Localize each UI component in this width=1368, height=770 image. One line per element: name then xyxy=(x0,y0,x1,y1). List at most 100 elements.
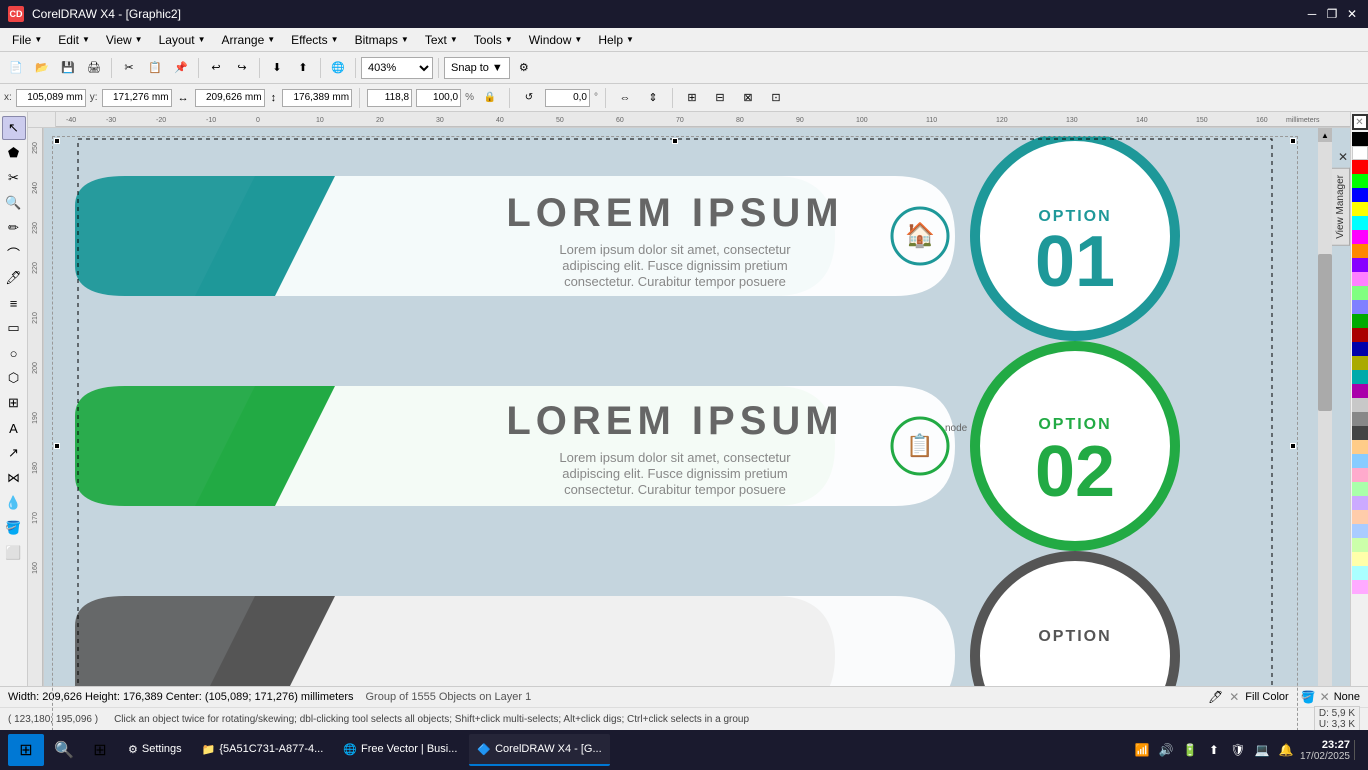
color-cyan[interactable] xyxy=(1352,216,1368,230)
new-button[interactable]: 📄 xyxy=(4,56,28,80)
cut-button[interactable]: ✂ xyxy=(117,56,141,80)
canvas-page[interactable]: LOREM IPSUM Lorem ipsum dolor sit amet, … xyxy=(52,136,1298,756)
angle-field[interactable] xyxy=(545,89,590,107)
taskbar-settings[interactable]: ⚙ Settings xyxy=(120,734,190,766)
color-lavender[interactable] xyxy=(1352,496,1368,510)
tray-shield[interactable]: 🛡 xyxy=(1228,740,1248,760)
select-tool[interactable]: ↖ xyxy=(2,116,26,140)
parallel-tool[interactable]: ≡ xyxy=(2,291,26,315)
paste-button[interactable]: 📌 xyxy=(169,56,193,80)
options-button[interactable]: ⚙ xyxy=(512,56,536,80)
color-lime[interactable] xyxy=(1352,174,1368,188)
color-darkred[interactable] xyxy=(1352,328,1368,342)
rotate-ccw-button[interactable]: ↺ xyxy=(517,86,541,110)
menu-view[interactable]: View ▼ xyxy=(98,31,151,49)
color-darkgreen[interactable] xyxy=(1352,314,1368,328)
taskbar-folder[interactable]: 📁 {5A51C731-A877-4... xyxy=(194,734,332,766)
no-fill-swatch[interactable]: ✕ xyxy=(1352,114,1368,130)
tray-update[interactable]: ⬆ xyxy=(1204,740,1224,760)
rect-tool[interactable]: ▭ xyxy=(2,316,26,340)
tray-more[interactable]: 🔔 xyxy=(1276,740,1296,760)
menu-arrange[interactable]: Arrange ▼ xyxy=(214,31,284,49)
color-gray[interactable] xyxy=(1352,412,1368,426)
color-yellow[interactable] xyxy=(1352,202,1368,216)
color-periwinkle[interactable] xyxy=(1352,300,1368,314)
publish-button[interactable]: 🌐 xyxy=(326,56,350,80)
crop-tool[interactable]: ✂ xyxy=(2,166,26,190)
color-peach[interactable] xyxy=(1352,440,1368,454)
color-red[interactable] xyxy=(1352,160,1368,174)
color-apricot[interactable] xyxy=(1352,510,1368,524)
color-magenta[interactable] xyxy=(1352,230,1368,244)
color-blue[interactable] xyxy=(1352,188,1368,202)
tray-apps[interactable]: 💻 xyxy=(1252,740,1272,760)
menu-effects[interactable]: Effects ▼ xyxy=(283,31,346,49)
menu-window[interactable]: Window ▼ xyxy=(521,31,591,49)
menu-layout[interactable]: Layout ▼ xyxy=(151,31,214,49)
zoom-select[interactable]: 403% 100% 75% 50% xyxy=(361,57,433,79)
freehand-tool[interactable]: ✏ xyxy=(2,216,26,240)
print-button[interactable]: 🖨 xyxy=(82,56,106,80)
color-orange[interactable] xyxy=(1352,244,1368,258)
view-manager-close[interactable]: ✕ xyxy=(1338,150,1348,164)
color-violet[interactable] xyxy=(1352,384,1368,398)
menu-bitmaps[interactable]: Bitmaps ▼ xyxy=(347,31,417,49)
color-darkgray[interactable] xyxy=(1352,426,1368,440)
table-tool[interactable]: ⊞ xyxy=(2,391,26,415)
export-button[interactable]: ⬆ xyxy=(291,56,315,80)
taskbar-search[interactable]: 🔍 xyxy=(48,734,80,766)
scale-w-field[interactable] xyxy=(367,89,412,107)
v-scrollbar[interactable]: ▲ ▼ xyxy=(1318,128,1332,756)
connector-tool[interactable]: ↗ xyxy=(2,441,26,465)
menu-help[interactable]: Help ▼ xyxy=(590,31,642,49)
show-desktop-btn[interactable] xyxy=(1354,740,1360,760)
color-cream[interactable] xyxy=(1352,552,1368,566)
start-button[interactable]: ⊞ xyxy=(8,734,44,766)
color-skyblue[interactable] xyxy=(1352,454,1368,468)
taskbar-coreldraw[interactable]: 🔷 CorelDRAW X4 - [G... xyxy=(469,734,609,766)
color-white[interactable] xyxy=(1352,146,1368,160)
blend-tool[interactable]: ⋈ xyxy=(2,466,26,490)
tray-volume[interactable]: 🔊 xyxy=(1156,740,1176,760)
color-ice[interactable] xyxy=(1352,566,1368,580)
mirror-h-button[interactable]: ⇔ xyxy=(613,86,637,110)
maximize-button[interactable]: ❐ xyxy=(1324,6,1340,22)
save-button[interactable]: 💾 xyxy=(56,56,80,80)
color-olive[interactable] xyxy=(1352,356,1368,370)
color-powder[interactable] xyxy=(1352,524,1368,538)
tray-battery[interactable]: 🔋 xyxy=(1180,740,1200,760)
snap-to-button[interactable]: Snap to ▼ xyxy=(444,57,510,79)
lock-aspect-button[interactable]: 🔒 xyxy=(478,86,502,110)
pen-tool[interactable]: 🖊 xyxy=(2,266,26,290)
close-button[interactable]: ✕ xyxy=(1344,6,1360,22)
eraser-tool[interactable]: ⬜ xyxy=(2,541,26,565)
group-button[interactable]: ⊠ xyxy=(736,86,760,110)
ellipse-tool[interactable]: ○ xyxy=(2,341,26,365)
color-rose[interactable] xyxy=(1352,468,1368,482)
color-mint[interactable] xyxy=(1352,482,1368,496)
zoom-tool[interactable]: 🔍 xyxy=(2,191,26,215)
scale-h-field[interactable] xyxy=(416,89,461,107)
menu-edit[interactable]: Edit ▼ xyxy=(50,31,98,49)
color-darkblue[interactable] xyxy=(1352,342,1368,356)
align-button[interactable]: ⊞ xyxy=(680,86,704,110)
view-manager-tab[interactable]: View Manager xyxy=(1332,168,1350,246)
fill-tool[interactable]: 🪣 xyxy=(2,516,26,540)
shape-tool[interactable]: ⬟ xyxy=(2,141,26,165)
height-field[interactable] xyxy=(282,89,352,107)
color-orchid[interactable] xyxy=(1352,580,1368,594)
redo-button[interactable]: ↪ xyxy=(230,56,254,80)
menu-file[interactable]: File ▼ xyxy=(4,31,50,49)
text-tool[interactable]: A xyxy=(2,416,26,440)
color-black[interactable] xyxy=(1352,132,1368,146)
y-field[interactable] xyxy=(102,89,172,107)
color-lightgreen[interactable] xyxy=(1352,286,1368,300)
color-pink[interactable] xyxy=(1352,272,1368,286)
bezier-tool[interactable]: ⌒ xyxy=(2,241,26,265)
undo-button[interactable]: ↩ xyxy=(204,56,228,80)
color-honeydew[interactable] xyxy=(1352,538,1368,552)
copy-button[interactable]: 📋 xyxy=(143,56,167,80)
menu-tools[interactable]: Tools ▼ xyxy=(466,31,521,49)
taskbar-chrome[interactable]: 🌐 Free Vector | Busi... xyxy=(335,734,465,766)
taskbar-taskview[interactable]: ⊞ xyxy=(84,734,116,766)
